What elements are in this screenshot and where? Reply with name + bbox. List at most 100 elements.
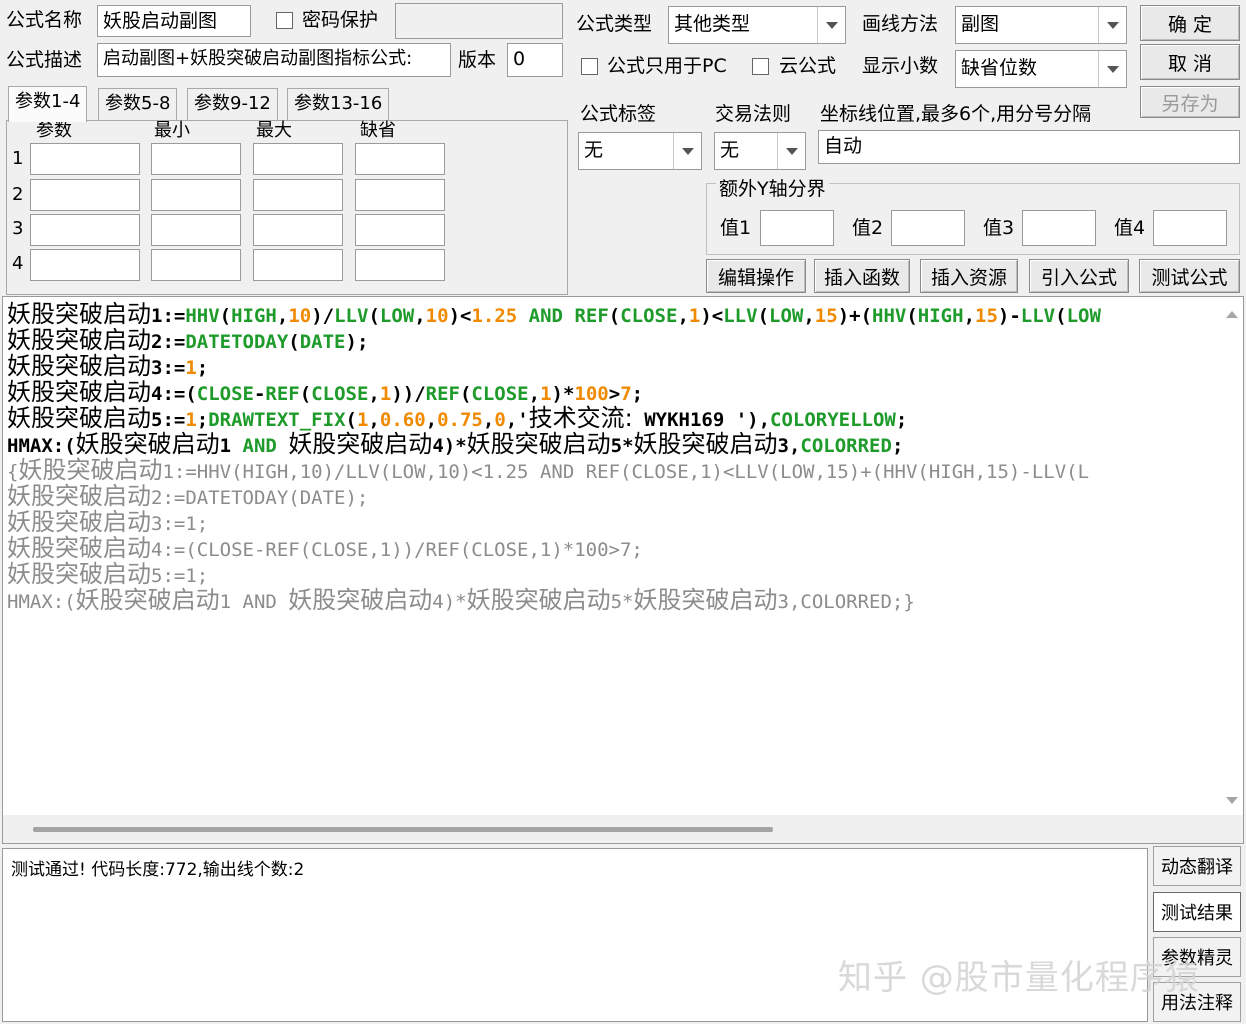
edit-operation-button[interactable]: 编辑操作 <box>706 259 806 293</box>
code-line: 妖股突破启动5:=1;DRAWTEXT_FIX(1,0.60,0.75,0,'技… <box>7 405 907 431</box>
param-2-min[interactable] <box>151 179 241 211</box>
dynamic-translate-button[interactable]: 动态翻译 <box>1153 846 1241 886</box>
password-label: 密码保护 <box>302 9 379 31</box>
param-3-max[interactable] <box>253 214 343 246</box>
y-value-4-label: 值4 <box>1114 217 1146 239</box>
code-token: LLV <box>723 305 758 327</box>
code-token: 1 <box>219 435 243 457</box>
ok-button[interactable]: 确 定 <box>1140 5 1240 41</box>
code-token: , <box>528 383 541 405</box>
test-result-button[interactable]: 测试结果 <box>1153 892 1241 932</box>
param-3-min[interactable] <box>151 214 241 246</box>
param-1-min[interactable] <box>151 143 241 175</box>
cancel-button[interactable]: 取 消 <box>1140 44 1240 80</box>
code-token: 15 <box>814 305 838 327</box>
code-line: 妖股突破启动1:=HHV(HIGH,10)/LLV(LOW,10)<1.25 A… <box>7 301 1101 327</box>
code-token: )+( <box>837 305 873 327</box>
tab-params-13-16[interactable]: 参数13-16 <box>287 88 390 120</box>
formula-type-label: 公式类型 <box>576 13 653 35</box>
param-1-default[interactable] <box>355 143 445 175</box>
chevron-down-icon[interactable] <box>817 7 845 43</box>
formula-name-input[interactable]: 妖股启动副图 <box>97 5 251 37</box>
tab-params-5-8[interactable]: 参数5-8 <box>98 88 178 120</box>
y-value-3-input[interactable] <box>1022 210 1096 246</box>
chevron-down-icon[interactable] <box>777 133 805 169</box>
code-token: ( <box>608 305 621 327</box>
horizontal-scroll-thumb[interactable] <box>33 827 773 832</box>
axis-position-input[interactable]: 自动 <box>818 130 1240 164</box>
param-4-default[interactable] <box>355 249 445 281</box>
version-input[interactable]: 0 <box>507 43 563 77</box>
code-token: 妖股突破启动 <box>75 586 220 614</box>
code-token: WYKH169 ') <box>632 409 759 431</box>
insert-resource-button[interactable]: 插入资源 <box>920 259 1018 293</box>
chevron-down-icon[interactable] <box>673 133 701 169</box>
chevron-down-icon[interactable] <box>1098 51 1126 87</box>
param-2-max[interactable] <box>253 179 343 211</box>
param-3-default[interactable] <box>355 214 445 246</box>
y-value-2-label: 值2 <box>852 217 884 239</box>
password-checkbox[interactable] <box>276 12 293 29</box>
code-token: 5* <box>610 591 634 613</box>
code-token: HIGH <box>917 305 964 327</box>
param-4-max[interactable] <box>253 249 343 281</box>
formula-tag-select[interactable]: 无 <box>578 132 702 170</box>
code-token: HMAX:( <box>7 591 76 613</box>
cloud-formula-checkbox[interactable] <box>752 58 769 75</box>
code-token: 2:= <box>151 331 186 353</box>
code-token: ); <box>345 331 369 353</box>
pc-only-label: 公式只用于PC <box>607 55 727 77</box>
code-token: 3:= <box>151 357 186 379</box>
code-editor[interactable]: 妖股突破启动1:=HHV(HIGH,10)/LLV(LOW,10)<1.25 A… <box>2 296 1244 844</box>
param-3-name[interactable] <box>30 214 140 246</box>
code-token: 0 <box>494 409 506 431</box>
param-4-min[interactable] <box>151 249 241 281</box>
description-input[interactable]: 启动副图+妖股突破启动副图指标公式: <box>97 43 451 77</box>
horizontal-scrollbar[interactable] <box>3 815 1243 843</box>
trade-rule-label: 交易法则 <box>715 103 792 125</box>
code-token: ,' <box>505 409 529 431</box>
code-token: 3,COLORRED;} <box>777 591 915 613</box>
test-formula-button[interactable]: 测试公式 <box>1139 259 1240 293</box>
code-token: 1 <box>540 383 552 405</box>
code-token: 100 <box>574 383 609 405</box>
param-2-name[interactable] <box>30 179 140 211</box>
param-row-number: 1 <box>12 148 24 169</box>
code-token: 1 <box>356 409 369 431</box>
code-token: HHV <box>185 305 220 327</box>
save-as-button[interactable]: 另存为 <box>1140 86 1240 118</box>
draw-method-select[interactable]: 副图 <box>955 6 1127 44</box>
y-value-1-input[interactable] <box>760 210 834 246</box>
code-token: 妖股突破启动 <box>7 326 151 354</box>
scroll-up-icon[interactable] <box>1226 311 1238 318</box>
import-formula-button[interactable]: 引入公式 <box>1029 259 1129 293</box>
code-comment-line: 妖股突破启动4:=(CLOSE-REF(CLOSE,1))/REF(CLOSE,… <box>7 535 643 561</box>
param-4-name[interactable] <box>30 249 140 281</box>
formula-type-select[interactable]: 其他类型 <box>668 6 846 44</box>
y-value-4-input[interactable] <box>1153 210 1227 246</box>
y-value-2-input[interactable] <box>891 210 965 246</box>
code-token: 妖股突破启动 <box>7 300 151 328</box>
tab-params-9-12[interactable]: 参数9-12 <box>187 88 278 120</box>
code-token: - <box>253 383 266 405</box>
scroll-down-icon[interactable] <box>1226 797 1238 804</box>
param-1-max[interactable] <box>253 143 343 175</box>
code-token: ; <box>891 435 904 457</box>
code-token: LLV <box>1020 305 1056 327</box>
code-token: 妖股突破启动 <box>7 508 151 536</box>
pc-only-checkbox[interactable] <box>581 58 598 75</box>
tab-params-1-4[interactable]: 参数1-4 <box>8 86 88 122</box>
trade-rule-select[interactable]: 无 <box>714 132 806 170</box>
code-token: 2:=DATETODAY(DATE); <box>151 487 369 509</box>
insert-function-button[interactable]: 插入函数 <box>814 259 910 293</box>
code-token: 4:=( <box>151 383 197 405</box>
code-token: 妖股突破启动 <box>7 534 151 562</box>
decimals-select[interactable]: 缺省位数 <box>955 50 1127 88</box>
code-token: 妖股突破启动 <box>466 430 611 458</box>
chevron-down-icon[interactable] <box>1098 7 1126 43</box>
vertical-scrollbar[interactable] <box>1221 297 1243 817</box>
code-line: 妖股突破启动2:=DATETODAY(DATE); <box>7 327 368 353</box>
param-1-name[interactable] <box>30 143 140 175</box>
param-2-default[interactable] <box>355 179 445 211</box>
code-token: CLOSE <box>311 383 369 405</box>
